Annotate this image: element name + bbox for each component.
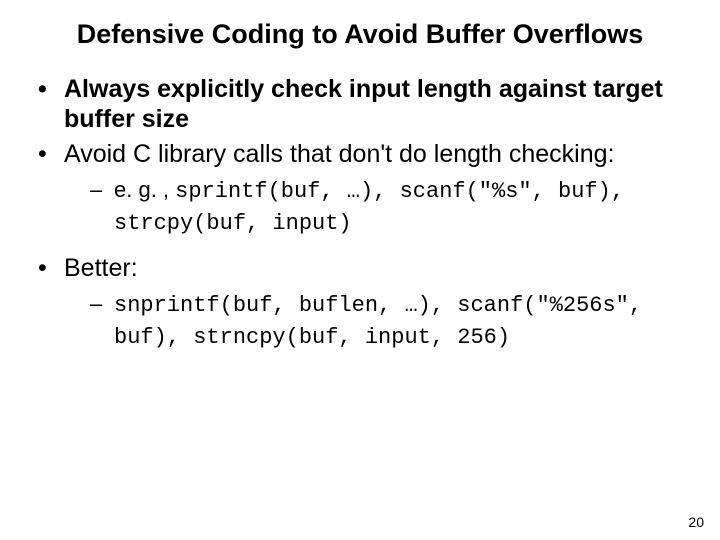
sub-list: e. g. , sprintf(buf, …), scanf("%s", buf… bbox=[64, 175, 684, 238]
slide: Defensive Coding to Avoid Buffer Overflo… bbox=[0, 0, 720, 540]
sub-prefix: e. g. , bbox=[114, 177, 175, 202]
bullet-text: Better: bbox=[64, 254, 138, 282]
code-text: sprintf(buf, …), scanf("%s", buf), strcp… bbox=[114, 179, 624, 236]
sub-item-better: snprintf(buf, buflen, …), scanf("%256s",… bbox=[90, 289, 684, 352]
bullet-text: Avoid C library calls that don't do leng… bbox=[64, 140, 614, 168]
bullet-item-1: Always explicitly check input length aga… bbox=[34, 74, 684, 135]
sub-list: snprintf(buf, buflen, …), scanf("%256s",… bbox=[64, 289, 684, 352]
slide-title: Defensive Coding to Avoid Buffer Overflo… bbox=[68, 18, 652, 52]
bullet-item-3: Better: snprintf(buf, buflen, …), scanf(… bbox=[34, 253, 684, 353]
bullet-item-2: Avoid C library calls that don't do leng… bbox=[34, 139, 684, 239]
bullet-text: Always explicitly check input length aga… bbox=[64, 75, 663, 134]
page-number: 20 bbox=[688, 514, 704, 530]
sub-item-example: e. g. , sprintf(buf, …), scanf("%s", buf… bbox=[90, 175, 684, 238]
bullet-list: Always explicitly check input length aga… bbox=[28, 74, 692, 353]
code-text: snprintf(buf, buflen, …), scanf("%256s",… bbox=[114, 293, 642, 350]
